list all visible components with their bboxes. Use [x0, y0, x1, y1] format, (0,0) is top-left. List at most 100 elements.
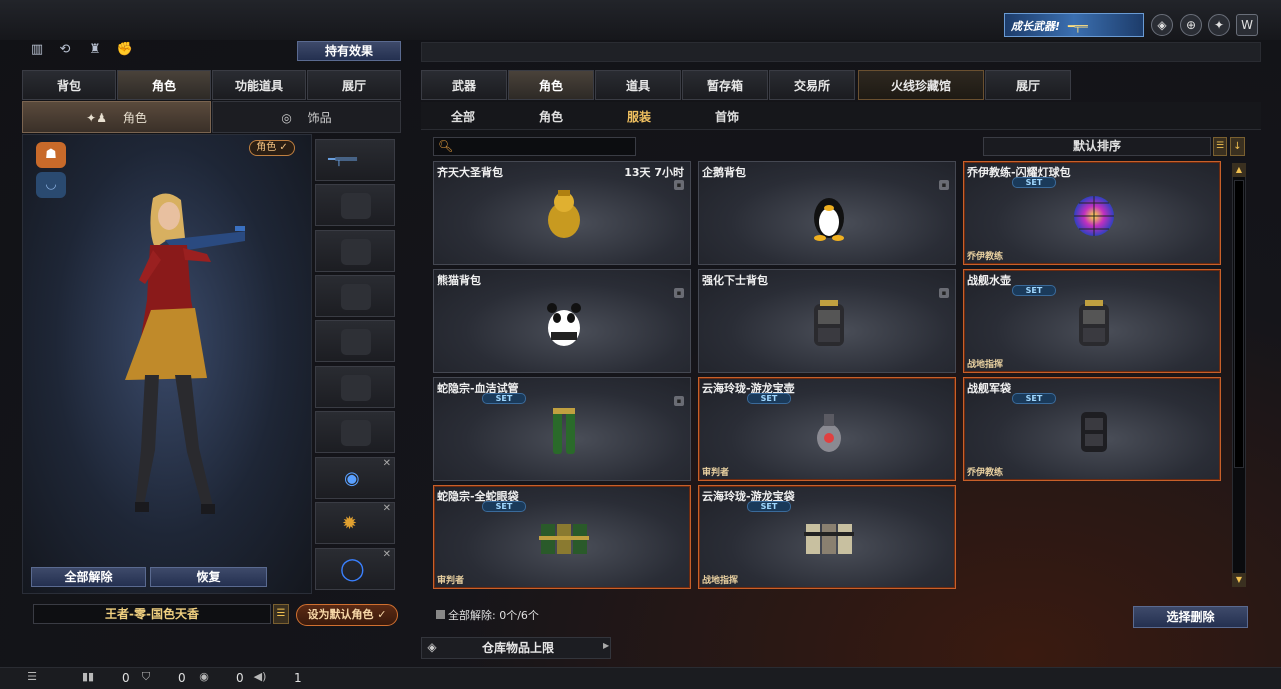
tab-hall[interactable]: 展厅 [307, 70, 401, 100]
slot-vest[interactable] [315, 275, 395, 317]
sort-direction-icon[interactable]: ↓ [1230, 137, 1245, 156]
item-card[interactable]: 强化下士背包 ▪ [698, 269, 956, 373]
claw-badge-icon[interactable]: ✦ [1208, 14, 1230, 36]
search-input[interactable]: 🔍︎ [433, 137, 636, 156]
subtab-accessory[interactable]: ◎ 饰品 [212, 101, 401, 133]
subtab-jewelry[interactable]: 首饰 [715, 108, 739, 125]
list-icon[interactable]: ☰ [24, 670, 40, 686]
set-default-role-button[interactable]: 设为默认角色 ✓ [296, 604, 398, 626]
rank-icon[interactable]: ▥ [28, 42, 46, 60]
category-character-icon[interactable]: ☗ [36, 142, 66, 168]
item-set-tag: 乔伊教练 [967, 252, 1004, 262]
promo-label: 成长武器! [1011, 20, 1061, 33]
subtab-role[interactable]: ✦♟ 角色 [22, 101, 211, 133]
person-sparkle-icon: ✦♟ [86, 111, 107, 125]
remove-icon[interactable]: ✕ [383, 458, 391, 469]
wing-logo-icon[interactable]: W [1236, 14, 1258, 36]
shield-badge-icon[interactable]: ◈ [1151, 14, 1173, 36]
item-time-remaining: 13天 7小时 [624, 166, 684, 179]
tab-hall[interactable]: 展厅 [985, 70, 1071, 100]
unequip-all-button[interactable]: 全部解除 [31, 567, 146, 587]
fist-icon[interactable]: ✊ [116, 42, 134, 60]
tab-role[interactable]: 角色 [117, 70, 211, 100]
lock-icon: ▪ [674, 180, 684, 190]
count-1: 0 [122, 671, 130, 685]
item-card[interactable]: 战舰水壶 SET 战地指挥 [963, 269, 1221, 373]
unequip-status: 全部解除: 0个/6个 [436, 607, 539, 623]
scroll-up-icon[interactable]: ▲ [1232, 163, 1246, 177]
role-name-field[interactable]: 王者-零-国色天香 [33, 604, 271, 624]
remove-icon[interactable]: ✕ [383, 503, 391, 514]
tab-items[interactable]: 道具 [595, 70, 681, 100]
item-card[interactable]: 战舰军袋 SET 乔伊教练 [963, 377, 1221, 481]
blue-ring-icon: ◉ [344, 468, 360, 489]
item-card[interactable]: 蛇隐宗-全蛇眼袋 SET 审判者 [433, 485, 691, 589]
item-name: 企鹅背包 [702, 166, 746, 179]
growth-weapon-promo[interactable]: 成长武器! ━╤═ [1004, 13, 1144, 37]
penguin-icon [804, 188, 854, 242]
item-card[interactable]: 熊猫背包 ▪ [433, 269, 691, 373]
remove-icon[interactable]: ✕ [383, 549, 391, 560]
select-delete-button[interactable]: 选择删除 [1133, 606, 1248, 628]
tab-storage-box[interactable]: 暂存箱 [682, 70, 768, 100]
tab-role[interactable]: 角色 [508, 70, 594, 100]
item-set-tag: 审判者 [437, 576, 465, 586]
discoball-icon [1069, 188, 1119, 242]
slot-gloves[interactable] [315, 411, 395, 453]
subtab-all[interactable]: 全部 [451, 108, 475, 125]
belt-icon [539, 512, 589, 566]
item-card[interactable]: 云海玲珑-游龙宝壶 SET 审判者 [698, 377, 956, 481]
monkey-icon [539, 188, 589, 242]
slot-glasses[interactable] [315, 230, 395, 272]
pouch-icon [1069, 404, 1119, 458]
restore-button[interactable]: 恢复 [150, 567, 267, 587]
rotate-icon[interactable]: ⟲ [56, 42, 74, 60]
item-card[interactable]: 云海玲珑-游龙宝袋 SET 战地指挥 [698, 485, 956, 589]
item-card[interactable]: 齐天大圣背包 13天 7小时 ▪ [433, 161, 691, 265]
slot-head[interactable] [315, 184, 395, 226]
slot-backpack[interactable] [315, 320, 395, 362]
tab-function-items[interactable]: 功能道具 [212, 70, 306, 100]
item-card[interactable]: 蛇隐宗-血洁试管 ▪ SET [433, 377, 691, 481]
slot-weapon[interactable]: ━╤══ [315, 139, 395, 181]
menu-icon[interactable]: ☰ [273, 604, 289, 624]
slot-accessory[interactable]: ✕ ✹ [315, 502, 395, 544]
subtab-clothing[interactable]: 服装 [627, 108, 651, 125]
item-grid: 齐天大圣背包 13天 7小时 ▪ 企鹅背包 ▪ 乔伊教练-闪耀灯球包 SET 乔伊教练 熊猫背包… [433, 161, 1228, 593]
tab-weapons[interactable]: 武器 [421, 70, 507, 100]
storage-limit-button[interactable]: 仓库物品上限 [421, 637, 611, 659]
scrollbar-thumb[interactable] [1234, 180, 1244, 468]
category-mask-icon[interactable]: ◡ [36, 172, 66, 198]
lock-icon: ▪ [939, 288, 949, 298]
slot-suit[interactable] [315, 366, 395, 408]
item-card[interactable]: 乔伊教练-闪耀灯球包 SET 乔伊教练 [963, 161, 1221, 265]
subtab-role[interactable]: 角色 [539, 108, 563, 125]
item-set-tag: 战地指挥 [967, 360, 1004, 370]
scroll-down-icon[interactable]: ▼ [1232, 573, 1246, 587]
subtab-accessory-label: 饰品 [307, 111, 332, 125]
slot-ring[interactable]: ✕ ◉ [315, 457, 395, 499]
item-set-tag: 审判者 [702, 468, 730, 478]
tab-backpack[interactable]: 背包 [22, 70, 116, 100]
set-badge: SET [747, 393, 791, 404]
right-header-strip [421, 42, 1261, 62]
target-icon[interactable]: ⊕ [1180, 14, 1202, 36]
backpack-icon [1069, 296, 1119, 350]
sort-dropdown[interactable]: 默认排序 [983, 137, 1211, 156]
slot-bracelet[interactable]: ✕ ◯ [315, 548, 395, 590]
backpack-placeholder-icon [341, 329, 371, 355]
tab-collection[interactable]: 火线珍藏馆 [858, 70, 984, 100]
status-bar [0, 667, 1281, 689]
effect-button[interactable]: 持有效果 [297, 41, 401, 61]
tubes-icon [539, 404, 589, 458]
count-4: 1 [294, 671, 302, 685]
count-3: 0 [236, 671, 244, 685]
menu-icon[interactable]: ☰ [1213, 137, 1227, 156]
item-card[interactable]: 企鹅背包 ▪ [698, 161, 956, 265]
item-name: 战舰军袋 [967, 382, 1011, 395]
tab-exchange[interactable]: 交易所 [769, 70, 855, 100]
ring-icon: ◎ [281, 111, 292, 125]
run-icon[interactable]: ♜ [86, 42, 104, 60]
checkbox-icon[interactable] [436, 610, 445, 619]
set-badge: SET [1012, 393, 1056, 404]
